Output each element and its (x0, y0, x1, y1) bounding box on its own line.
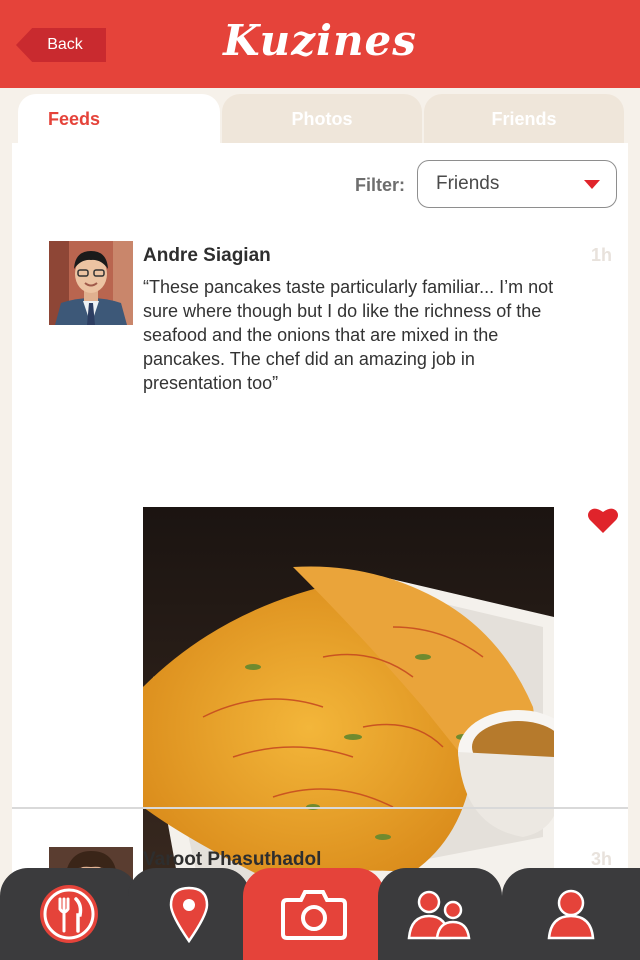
post-author-name[interactable]: Andre Siagian (143, 245, 271, 267)
filter-select[interactable]: Friends (417, 160, 617, 208)
heart-icon[interactable] (588, 507, 618, 533)
post-text: “These pancakes taste particularly famil… (143, 277, 554, 393)
bottom-tab-bar (0, 868, 640, 960)
tab-restaurants[interactable] (0, 868, 138, 960)
post-timestamp: 3h (590, 849, 612, 869)
filter-label: Filter: (355, 175, 406, 195)
profile-icon (547, 889, 595, 940)
app-header: Back Kuzines (0, 0, 640, 88)
tab-friends-nav[interactable] (378, 868, 502, 960)
feed-panel: Filter: Friends Andre Siagian 1h “These … (12, 143, 628, 960)
avatar[interactable] (49, 241, 133, 325)
tab-profile[interactable] (502, 868, 640, 960)
fork-knife-icon (40, 885, 98, 943)
friends-icon (407, 890, 471, 940)
post-timestamp: 1h (590, 245, 612, 265)
location-pin-icon (169, 886, 209, 943)
tab-feeds[interactable]: Feeds (18, 94, 220, 144)
feed-tabs: Feeds Photos Friends (18, 94, 624, 144)
tab-friends[interactable]: Friends (424, 94, 624, 144)
tab-camera[interactable] (243, 868, 385, 960)
tab-photos[interactable]: Photos (222, 94, 422, 144)
post-divider (12, 807, 628, 809)
app-logo: Kuzines (223, 16, 417, 65)
tab-places[interactable] (128, 868, 250, 960)
filter-value: Friends (436, 173, 500, 194)
camera-icon (281, 890, 347, 940)
chevron-down-icon (584, 180, 600, 189)
post-food-photo[interactable] (143, 507, 554, 907)
